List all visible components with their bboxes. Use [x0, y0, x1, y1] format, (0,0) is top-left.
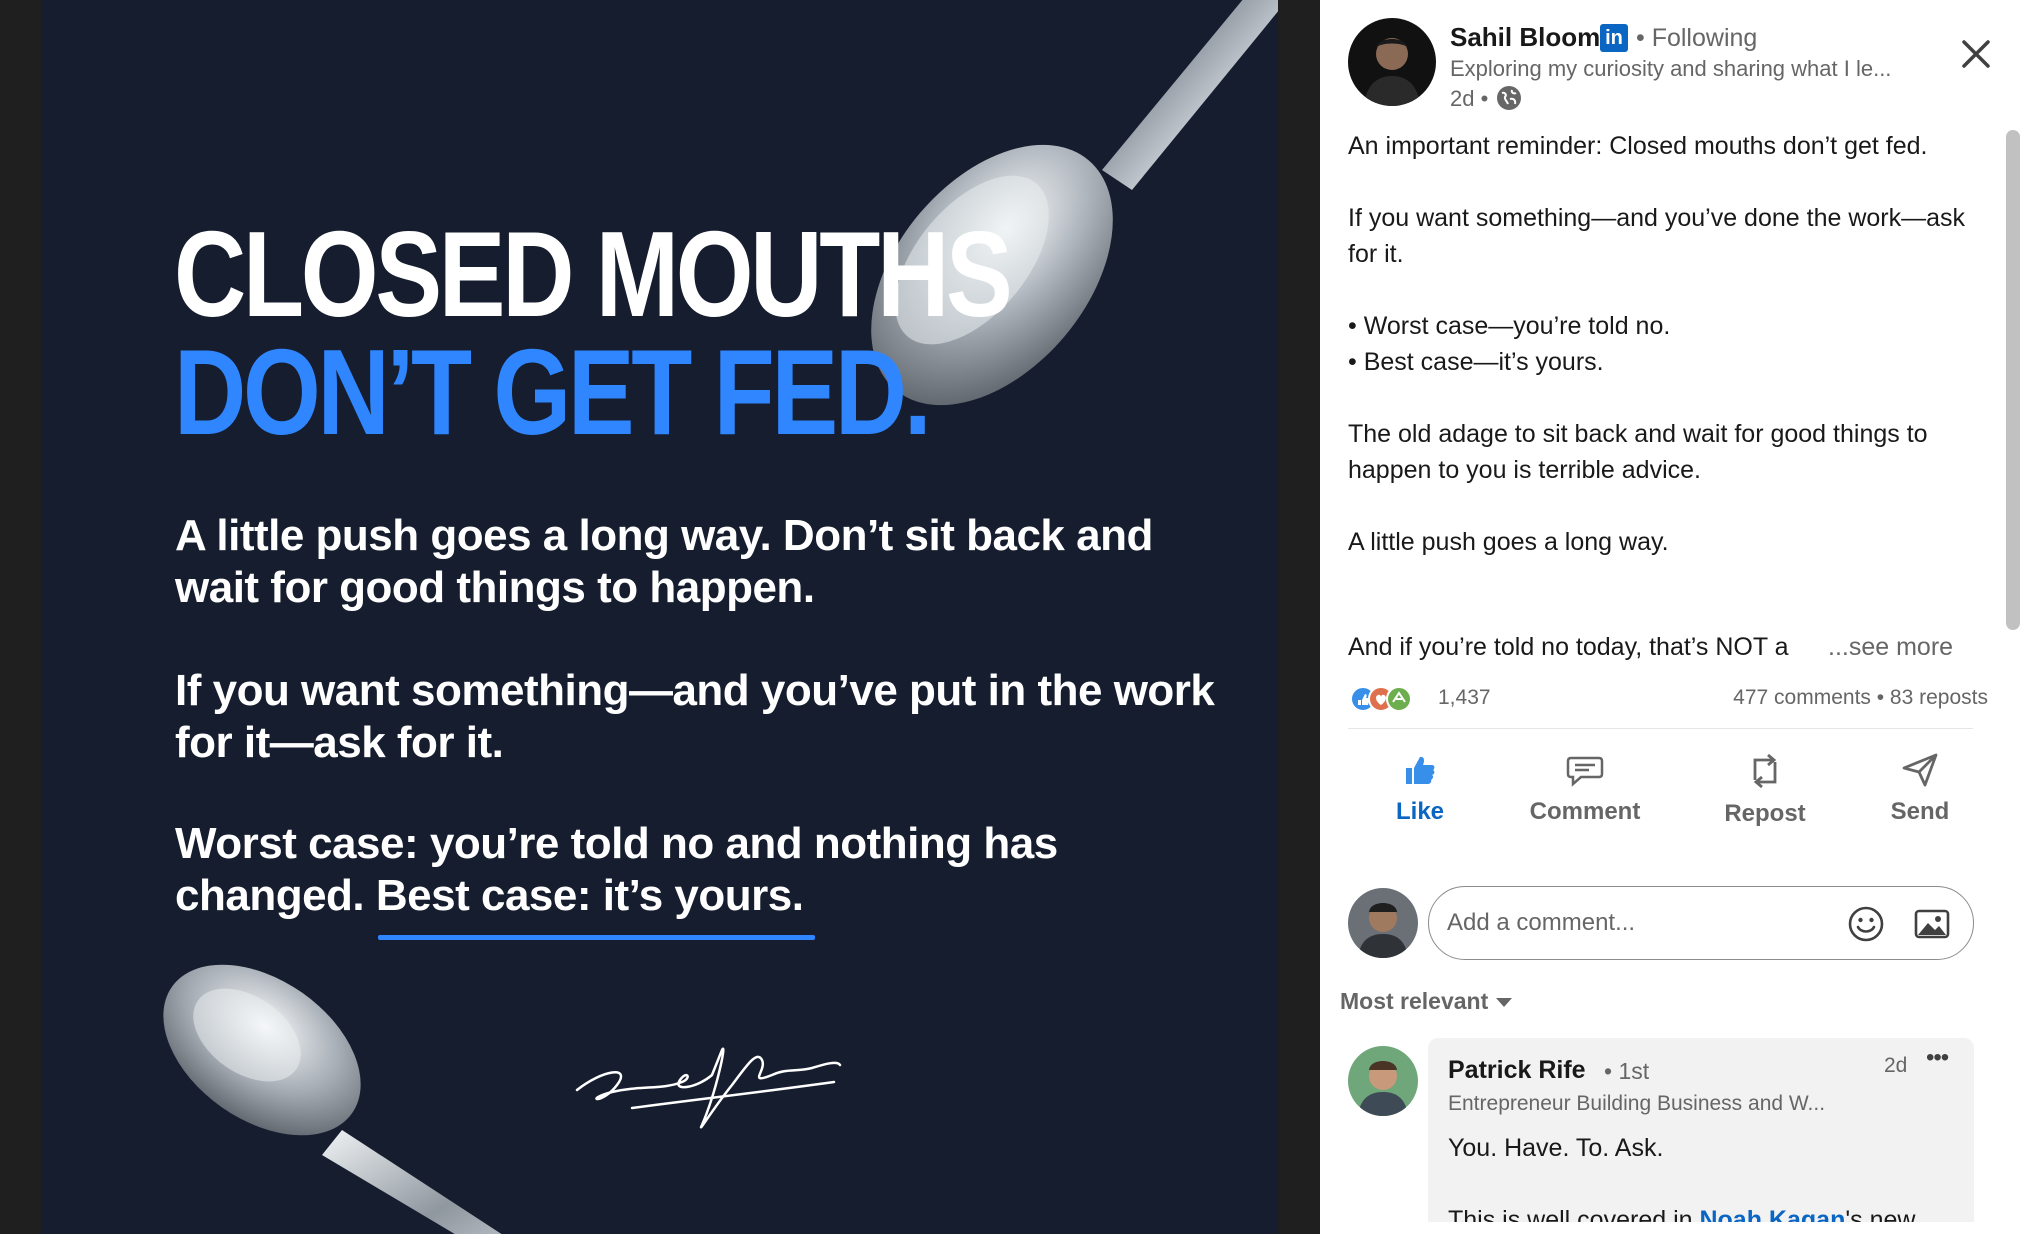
- emoji-icon[interactable]: [1847, 905, 1885, 943]
- post-detail-panel: Sahil Bloom in • Following Exploring my …: [1320, 0, 2028, 1234]
- comments-count[interactable]: 477 comments: [1733, 686, 1871, 709]
- author-avatar[interactable]: [1348, 18, 1436, 106]
- repost-label: Repost: [1724, 800, 1806, 827]
- commenter-name[interactable]: Patrick Rife: [1448, 1056, 1586, 1085]
- scrollbar-thumb[interactable]: [2006, 130, 2020, 630]
- like-label: Like: [1395, 798, 1445, 825]
- comments-reposts-count: 477 comments • 83 reposts: [1733, 686, 1988, 710]
- headline-line-blue: DON’T GET FED.: [174, 324, 932, 460]
- post-timestamp: 2d •: [1450, 86, 1489, 111]
- comment-label: Comment: [1529, 798, 1641, 825]
- follow-status[interactable]: • Following: [1636, 24, 1757, 53]
- comment-composer[interactable]: [1428, 886, 1974, 960]
- poster-highlight: Best case: it’s yours.: [375, 871, 815, 940]
- reaction-icons[interactable]: [1348, 684, 1428, 714]
- post-image: CLOSED MOUTHS DON’T GET FED. A little pu…: [42, 0, 1278, 1234]
- reaction-count[interactable]: 1,437: [1438, 686, 1491, 710]
- more-options-icon[interactable]: •••: [1926, 1044, 1949, 1072]
- post-paragraph: A little push goes a long way.: [1348, 528, 1669, 556]
- see-more-link[interactable]: ...see more: [1828, 633, 1953, 662]
- post-paragraph: An important reminder: Closed mouths don…: [1348, 132, 1928, 160]
- post-paragraph: The old adage to sit back and wait for g…: [1348, 420, 1928, 484]
- thumbs-up-icon: [1406, 756, 1435, 784]
- poster-paragraph: A little push goes a long way. Don’t sit…: [175, 511, 1153, 612]
- poster-paragraph: If you want something—and you’ve put in …: [175, 666, 1215, 767]
- send-icon: [1902, 753, 1938, 787]
- poster-headline: CLOSED MOUTHS DON’T GET FED.: [174, 206, 1013, 460]
- person-silhouette-icon: [1364, 38, 1420, 106]
- sort-label: Most relevant: [1340, 988, 1489, 1014]
- post-bullet: • Best case—it’s yours.: [1348, 348, 1604, 376]
- handwritten-signature: [575, 1047, 842, 1129]
- connection-degree: • 1st: [1604, 1058, 1650, 1084]
- linkedin-premium-icon: in: [1600, 24, 1628, 52]
- commenter-avatar[interactable]: [1348, 1046, 1418, 1116]
- send-button[interactable]: Send: [1860, 752, 1980, 826]
- caret-down-icon: [1496, 998, 1513, 1008]
- author-headline: Exploring my curiosity and sharing what …: [1450, 56, 1892, 81]
- comment-timestamp: 2d: [1884, 1054, 1908, 1077]
- repost-icon: [1753, 753, 1777, 789]
- like-button[interactable]: Like: [1370, 752, 1470, 826]
- globe-icon: [1497, 86, 1521, 110]
- poster-paragraph: Worst case: you’re told no and nothing h…: [175, 818, 1235, 940]
- author-name[interactable]: Sahil Bloom: [1450, 22, 1600, 53]
- comment-text: You. Have. To. Ask.: [1448, 1134, 1664, 1162]
- media-viewer: CLOSED MOUTHS DON’T GET FED. A little pu…: [0, 0, 1320, 1234]
- repost-button[interactable]: Repost: [1700, 752, 1830, 828]
- post-bullet: • Worst case—you’re told no.: [1348, 312, 1671, 340]
- divider: [1348, 728, 1973, 729]
- current-user-avatar[interactable]: [1348, 888, 1418, 958]
- social-counts: 1,437 477 comments • 83 reposts: [1348, 684, 1988, 714]
- person-silhouette-icon: [1358, 1061, 1408, 1116]
- commenter-headline: Entrepreneur Building Business and W...: [1448, 1092, 1826, 1115]
- comment-button[interactable]: Comment: [1510, 752, 1660, 826]
- close-icon[interactable]: [1956, 34, 1996, 74]
- headline-line-white: CLOSED MOUTHS: [174, 206, 1013, 342]
- image-icon[interactable]: [1913, 905, 1951, 943]
- comment-icon: [1566, 756, 1604, 787]
- reposts-count[interactable]: • 83 reposts: [1877, 686, 1988, 709]
- sort-dropdown[interactable]: Most relevant: [1340, 988, 1513, 1015]
- comment-item: Patrick Rife • 1st Entrepreneur Building…: [1428, 1038, 1974, 1234]
- comment-input[interactable]: [1447, 905, 1827, 941]
- panel-bottom-edge: [1320, 1222, 2028, 1234]
- person-silhouette-icon: [1358, 903, 1408, 958]
- post-text: An important reminder: Closed mouths don…: [1348, 128, 1988, 596]
- post-truncated-line: And if you’re told no today, that’s NOT …: [1348, 633, 1789, 661]
- post-paragraph: If you want something—and you’ve done th…: [1348, 204, 1966, 268]
- send-label: Send: [1890, 798, 1950, 825]
